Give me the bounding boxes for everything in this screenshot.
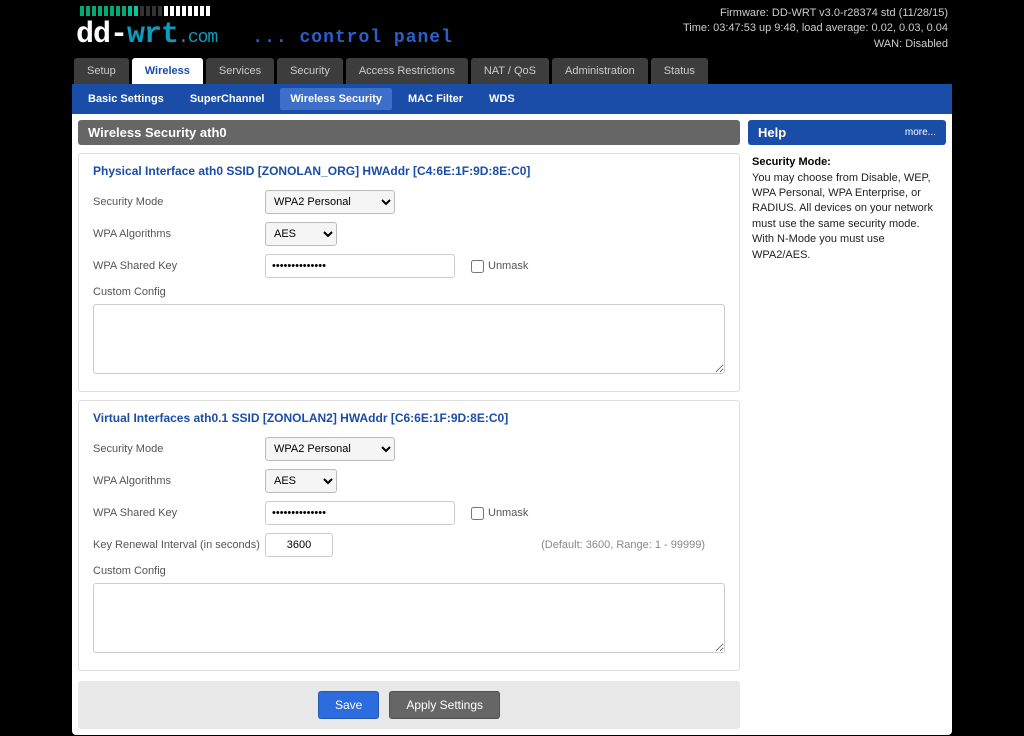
iface1-key-renewal-input[interactable] — [265, 533, 333, 557]
apply-settings-button[interactable]: Apply Settings — [389, 691, 500, 719]
iface0-custom-config-textarea[interactable] — [93, 304, 725, 374]
indicator-bar — [182, 6, 186, 16]
indicator-bar — [98, 6, 102, 16]
indicator-bar — [116, 6, 120, 16]
indicator-bar — [200, 6, 204, 16]
indicator-bar — [110, 6, 114, 16]
sub-tab-superchannel[interactable]: SuperChannel — [180, 88, 275, 110]
indicator-bar — [92, 6, 96, 16]
iface1-wpa-key-label: WPA Shared Key — [93, 507, 265, 519]
indicator-bar — [104, 6, 108, 16]
iface0-wpa-key-input[interactable] — [265, 254, 455, 278]
button-bar: Save Apply Settings — [78, 681, 740, 729]
logo: dd-wrt.com ... control panel — [76, 18, 453, 52]
iface1-wpa-alg-select[interactable]: AES — [265, 469, 337, 493]
iface1-unmask-wrap[interactable]: Unmask — [471, 507, 528, 520]
indicator-bar — [122, 6, 126, 16]
panel-iface0: Physical Interface ath0 SSID [ZONOLAN_OR… — [78, 153, 740, 392]
sub-tab-wds[interactable]: WDS — [479, 88, 525, 110]
indicator-bar — [152, 6, 156, 16]
indicator-row — [76, 6, 453, 16]
iface0-custom-config-label: Custom Config — [93, 286, 265, 298]
main-tab-services[interactable]: Services — [206, 58, 274, 84]
main-tab-security[interactable]: Security — [277, 58, 343, 84]
header: dd-wrt.com ... control panel Firmware: D… — [72, 6, 952, 58]
indicator-bar — [134, 6, 138, 16]
panel-iface1: Virtual Interfaces ath0.1 SSID [ZONOLAN2… — [78, 400, 740, 671]
indicator-bar — [128, 6, 132, 16]
iface1-security-mode-label: Security Mode — [93, 443, 265, 455]
iface0-title: Physical Interface ath0 SSID [ZONOLAN_OR… — [93, 164, 725, 178]
iface0-wpa-alg-label: WPA Algorithms — [93, 228, 265, 240]
main-tab-access-restrictions[interactable]: Access Restrictions — [346, 58, 468, 84]
iface0-security-mode-label: Security Mode — [93, 196, 265, 208]
main-tab-administration[interactable]: Administration — [552, 58, 648, 84]
save-button[interactable]: Save — [318, 691, 379, 719]
control-panel-label: ... control panel — [252, 28, 453, 52]
indicator-bar — [176, 6, 180, 16]
logo-wrt: wrt — [127, 18, 178, 52]
sub-tab-basic-settings[interactable]: Basic Settings — [78, 88, 174, 110]
help-more-link[interactable]: more... — [905, 127, 936, 138]
sub-tab-mac-filter[interactable]: MAC Filter — [398, 88, 473, 110]
iface0-unmask-wrap[interactable]: Unmask — [471, 260, 528, 273]
iface1-title: Virtual Interfaces ath0.1 SSID [ZONOLAN2… — [93, 411, 725, 425]
content-box: Basic SettingsSuperChannelWireless Secur… — [72, 84, 952, 735]
main-tab-setup[interactable]: Setup — [74, 58, 129, 84]
section-title: Wireless Security ath0 — [78, 120, 740, 145]
iface1-wpa-key-input[interactable] — [265, 501, 455, 525]
iface1-key-renewal-hint: (Default: 3600, Range: 1 - 99999) — [541, 539, 725, 551]
help-bar: Help more... — [748, 120, 946, 145]
iface1-security-mode-select[interactable]: WPA2 Personal — [265, 437, 395, 461]
iface1-custom-config-textarea[interactable] — [93, 583, 725, 653]
main-tab-status[interactable]: Status — [651, 58, 708, 84]
logo-block: dd-wrt.com ... control panel — [76, 6, 453, 52]
indicator-bar — [140, 6, 144, 16]
help-heading: Security Mode: — [752, 156, 831, 168]
indicator-bar — [194, 6, 198, 16]
firmware-text: Firmware: DD-WRT v3.0-r28374 std (11/28/… — [683, 6, 948, 21]
indicator-bar — [146, 6, 150, 16]
indicator-bar — [170, 6, 174, 16]
logo-com: .com — [178, 28, 217, 48]
iface0-unmask-checkbox[interactable] — [471, 260, 484, 273]
iface0-wpa-alg-select[interactable]: AES — [265, 222, 337, 246]
iface1-unmask-label: Unmask — [488, 507, 528, 519]
iface0-wpa-key-label: WPA Shared Key — [93, 260, 265, 272]
time-text: Time: 03:47:53 up 9:48, load average: 0.… — [683, 21, 948, 36]
sub-tabs: Basic Settings SuperChannelWireless Secur… — [72, 84, 952, 114]
wan-text: WAN: Disabled — [683, 37, 948, 52]
help-title: Help — [758, 125, 786, 140]
indicator-bar — [164, 6, 168, 16]
iface1-custom-config-label: Custom Config — [93, 565, 265, 577]
main-tab-wireless[interactable]: Wireless — [132, 58, 203, 84]
indicator-bar — [86, 6, 90, 16]
indicator-bar — [158, 6, 162, 16]
help-body: Security Mode: You may choose from Disab… — [748, 145, 946, 273]
iface1-unmask-checkbox[interactable] — [471, 507, 484, 520]
indicator-bar — [80, 6, 84, 16]
indicator-bar — [188, 6, 192, 16]
status-block: Firmware: DD-WRT v3.0-r28374 std (11/28/… — [683, 6, 948, 52]
sub-tab-wireless-security[interactable]: Wireless Security — [280, 88, 392, 110]
main-tab-nat-qos[interactable]: NAT / QoS — [471, 58, 549, 84]
main-tabs: SetupWirelessServicesSecurityAccess Rest… — [72, 58, 952, 84]
iface1-wpa-alg-label: WPA Algorithms — [93, 475, 265, 487]
iface0-security-mode-select[interactable]: WPA2 Personal — [265, 190, 395, 214]
indicator-bar — [206, 6, 210, 16]
iface1-key-renewal-label: Key Renewal Interval (in seconds) — [93, 539, 265, 551]
logo-dd: dd- — [76, 18, 127, 52]
iface0-unmask-label: Unmask — [488, 260, 528, 272]
help-text: You may choose from Disable, WEP, WPA Pe… — [752, 172, 933, 261]
